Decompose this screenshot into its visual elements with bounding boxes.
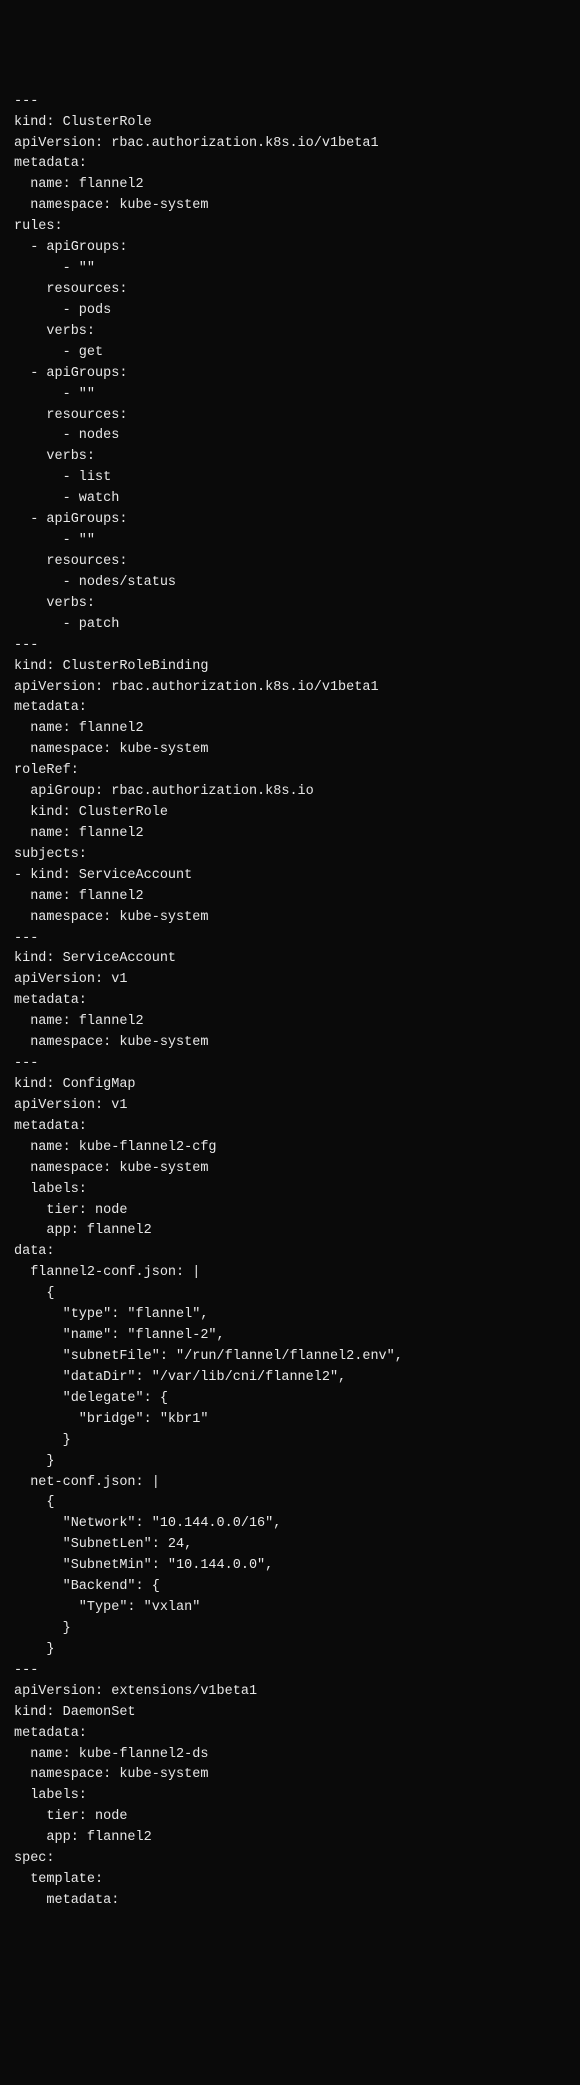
yaml-code-block: --- kind: ClusterRole apiVersion: rbac.a… [14, 92, 566, 1912]
